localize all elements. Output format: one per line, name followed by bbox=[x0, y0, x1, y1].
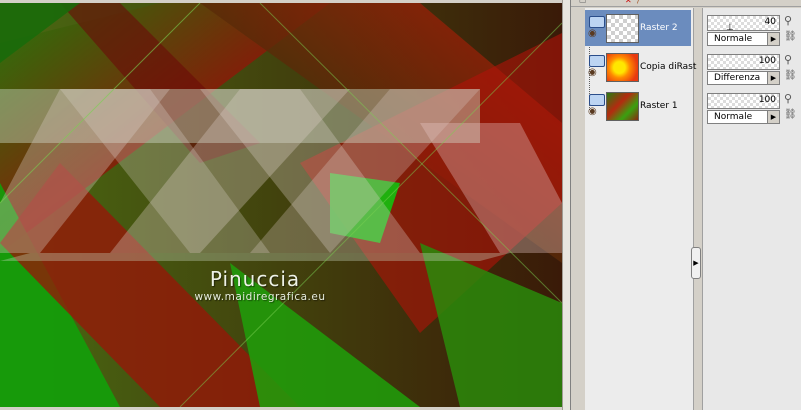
layer-thumbnail bbox=[606, 14, 639, 43]
layer-name: Raster 1 bbox=[640, 101, 678, 111]
chevron-down-icon[interactable]: ▶ bbox=[767, 111, 779, 123]
delete-layer-icon[interactable]: ✕ bbox=[625, 0, 635, 5]
raster-layer-icon bbox=[589, 16, 605, 28]
layer-thumbnail bbox=[606, 53, 639, 82]
blend-mode-label: Normale bbox=[714, 112, 753, 122]
layer-list: ◉ Raster 2 ◉ Copia diRast ◉ Raster 1 bbox=[585, 8, 696, 410]
layer-properties: ⊥ 40 Normale ▶ ⚲ ⛓ 100 Differenza ▶ ⚲ ⛓ … bbox=[702, 8, 801, 410]
link-icon[interactable]: ⛓ bbox=[784, 109, 797, 123]
layer-row-copia-di-raster[interactable]: ◉ Copia diRast bbox=[585, 49, 696, 85]
raster-layer-icon bbox=[589, 94, 605, 106]
panel-toolbar: ▭ ✕ / bbox=[571, 0, 801, 7]
layer-row-raster-1[interactable]: ◉ Raster 1 bbox=[585, 88, 691, 124]
image-canvas[interactable]: Pinuccia www.maidiregrafica.eu bbox=[0, 3, 562, 407]
raster-layer-icon bbox=[589, 55, 605, 67]
opacity-value: 100 bbox=[758, 95, 776, 105]
chevron-down-icon[interactable]: ▶ bbox=[767, 72, 779, 84]
blend-mode-select[interactable]: Normale ▶ bbox=[707, 110, 780, 124]
opacity-slider[interactable]: 100 bbox=[707, 54, 780, 70]
layers-panel: ▭ ✕ / ◉ Raster 2 ◉ Copia diRast ◉ Raster… bbox=[570, 0, 801, 410]
link-icon[interactable]: ⛓ bbox=[784, 31, 797, 45]
link-icon[interactable]: ⛓ bbox=[784, 70, 797, 84]
layer-props-raster-1: 100 Normale ▶ ⚲ ⛓ bbox=[703, 88, 801, 124]
canvas-area[interactable]: Pinuccia www.maidiregrafica.eu bbox=[0, 0, 571, 410]
layer-name: Copia diRast bbox=[640, 62, 697, 72]
layer-thumbnail bbox=[606, 92, 639, 121]
chevron-right-icon[interactable]: ▶ bbox=[691, 247, 701, 279]
lock-icon[interactable]: ⚲ bbox=[784, 14, 796, 28]
brush-icon[interactable]: / bbox=[637, 0, 647, 5]
blend-mode-label: Normale bbox=[714, 34, 753, 44]
chevron-down-icon[interactable]: ▶ bbox=[767, 33, 779, 45]
eye-icon[interactable]: ◉ bbox=[588, 68, 604, 78]
lock-icon[interactable]: ⚲ bbox=[784, 53, 796, 67]
layer-row-raster-2[interactable]: ◉ Raster 2 bbox=[585, 10, 691, 46]
blend-mode-label: Differenza bbox=[714, 73, 761, 83]
watermark-url: www.maidiregrafica.eu bbox=[194, 291, 326, 303]
opacity-slider[interactable]: 100 bbox=[707, 93, 780, 109]
watermark-name: Pinuccia bbox=[209, 267, 301, 291]
blend-mode-select[interactable]: Normale ▶ bbox=[707, 32, 780, 46]
opacity-slider[interactable]: ⊥ 40 bbox=[707, 15, 780, 33]
layer-name: Raster 2 bbox=[640, 23, 678, 33]
lock-icon[interactable]: ⚲ bbox=[784, 92, 796, 106]
opacity-value: 40 bbox=[764, 17, 776, 27]
layer-props-copia-di-raster: 100 Differenza ▶ ⚲ ⛓ bbox=[703, 49, 801, 85]
canvas-artwork bbox=[0, 3, 562, 407]
eye-icon[interactable]: ◉ bbox=[588, 29, 604, 39]
layer-props-raster-2: ⊥ 40 Normale ▶ ⚲ ⛓ bbox=[703, 10, 801, 46]
new-layer-icon[interactable]: ▭ bbox=[579, 0, 589, 5]
eye-icon[interactable]: ◉ bbox=[588, 107, 604, 117]
opacity-value: 100 bbox=[758, 56, 776, 66]
blend-mode-select[interactable]: Differenza ▶ bbox=[707, 71, 780, 85]
